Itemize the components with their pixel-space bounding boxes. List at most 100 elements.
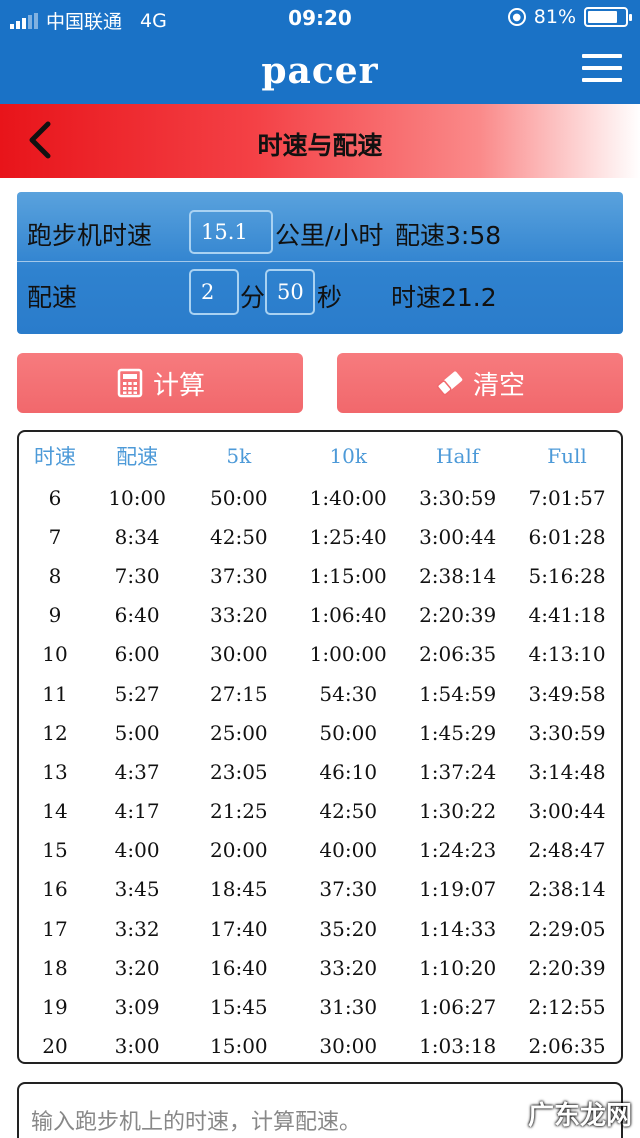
table-row: 18 3:20 16:40 33:20 1:10:20 2:20:39 [19, 948, 621, 987]
table-cell: 3:14:48 [528, 759, 606, 784]
speed-input[interactable] [189, 210, 273, 254]
table-cell: 7:30 [114, 563, 160, 588]
table-cell: 2:29:05 [528, 916, 606, 941]
table-cell: 1:03:18 [419, 1034, 497, 1059]
table-cell: 33:20 [319, 955, 378, 980]
table-cell: 37:30 [210, 563, 268, 588]
table-cell: 16 [42, 877, 68, 902]
table-cell: 20 [42, 1034, 68, 1059]
table-cell: 17:40 [210, 916, 268, 941]
table-cell: 37:30 [319, 877, 378, 902]
table-cell: 1:54:59 [419, 681, 497, 706]
table-cell: 40:00 [319, 838, 378, 863]
table-cell: 3:32 [114, 916, 160, 941]
clear-button[interactable]: 清空 [337, 353, 623, 413]
table-cell: 2:20:39 [419, 603, 497, 628]
table-cell: 4:37 [114, 759, 160, 784]
table-cell: 1:24:23 [419, 838, 497, 863]
table-cell: 1:14:33 [419, 916, 497, 941]
header-half: Half [436, 444, 480, 468]
table-cell: 1:30:22 [419, 799, 497, 824]
table-cell: 3:09 [114, 995, 160, 1020]
table-cell: 3:00:44 [528, 799, 606, 824]
table-row: 17 3:32 17:40 35:20 1:14:33 2:29:05 [19, 909, 621, 948]
table-cell: 5:00 [114, 720, 160, 745]
speed-unit-label: 公里/小时 [275, 221, 384, 250]
table-cell: 2:38:14 [528, 877, 606, 902]
header-full: Full [547, 444, 587, 468]
status-bar: 中国联通 4G 09:20 ● 81% [0, 0, 640, 36]
pace-table: 时速 配速 5k 10k Half Full 6 10:00 50:00 1:40:0… [17, 430, 623, 1064]
table-row: 8 7:30 37:30 1:15:00 2:38:14 5:16:28 [19, 556, 621, 595]
table-cell: 1:15:00 [309, 563, 387, 588]
rotation-lock-icon: ● [507, 8, 526, 26]
table-cell: 4:41:18 [528, 603, 606, 628]
table-cell: 20:00 [210, 838, 268, 863]
table-cell: 1:19:07 [419, 877, 497, 902]
page-header: 时速与配速 [0, 104, 640, 178]
table-cell: 1:37:24 [419, 759, 497, 784]
table-cell: 5:16:28 [528, 563, 606, 588]
table-cell: 14 [42, 799, 68, 824]
table-cell: 1:40:00 [309, 485, 387, 510]
app-bar: pacer [0, 36, 640, 104]
table-cell: 10:00 [108, 485, 166, 510]
instruction-text: 输入跑步机上的时速，计算配速。 [31, 1110, 362, 1135]
pace-result: 配速3:58 [395, 221, 502, 250]
table-cell: 23:05 [210, 759, 268, 784]
table-cell: 10 [42, 642, 68, 667]
header-pace: 配速 [116, 445, 159, 469]
pace-row: 配速 分 秒 时速21.2 [17, 264, 623, 334]
table-cell: 3:00:44 [419, 524, 497, 549]
calculate-button[interactable]: 计算 [17, 353, 303, 413]
hamburger-menu-icon[interactable] [582, 54, 622, 84]
table-cell: 30:00 [210, 642, 268, 667]
table-cell: 2:12:55 [528, 995, 606, 1020]
table-cell: 15 [42, 838, 68, 863]
table-cell: 11 [42, 681, 68, 706]
pace-table-grid: 时速 配速 5k 10k Half Full 6 10:00 50:00 1:40:0… [19, 432, 621, 1062]
brand-logo[interactable]: pacer [0, 50, 640, 92]
table-row: 20 3:00 15:00 30:00 1:03:18 2:06:35 [19, 1027, 621, 1062]
table-cell: 3:00 [114, 1034, 160, 1059]
table-cell: 1:45:29 [419, 720, 497, 745]
page-title: 时速与配速 [257, 131, 383, 160]
header-5k: 5k [226, 444, 252, 468]
table-row: 9 6:40 33:20 1:06:40 2:20:39 4:41:18 [19, 596, 621, 635]
treadmill-speed-label: 跑步机时速 [27, 221, 153, 250]
eraser-icon [437, 371, 463, 396]
table-row: 11 5:27 27:15 54:30 1:54:59 3:49:58 [19, 674, 621, 713]
table-cell: 15:45 [210, 995, 268, 1020]
table-cell: 18:45 [210, 877, 268, 902]
table-cell: 18 [42, 955, 68, 980]
battery-percent: 81% [533, 6, 576, 28]
pace-seconds-input[interactable] [265, 269, 315, 315]
minutes-unit-label: 分 [240, 283, 266, 312]
table-cell: 2:20:39 [528, 955, 606, 980]
table-cell: 8:34 [114, 524, 160, 549]
table-header-row: 时速 配速 5k 10k Half Full [19, 432, 621, 478]
table-row: 16 3:45 18:45 37:30 1:19:07 2:38:14 [19, 870, 621, 909]
table-cell: 6:00 [114, 642, 160, 667]
pace-minutes-input[interactable] [189, 269, 239, 315]
table-cell: 33:20 [210, 603, 268, 628]
table-cell: 4:00 [114, 838, 160, 863]
table-cell: 15:00 [210, 1034, 268, 1059]
table-cell: 6:40 [114, 603, 160, 628]
table-cell: 27:15 [210, 681, 268, 706]
table-cell: 3:49:58 [528, 681, 606, 706]
table-cell: 1:06:40 [309, 603, 387, 628]
table-cell: 50:00 [319, 720, 378, 745]
table-cell: 2:48:47 [528, 838, 606, 863]
table-cell: 12 [42, 720, 68, 745]
table-cell: 17 [42, 916, 68, 941]
calculate-button-label: 计算 [152, 370, 205, 401]
table-cell: 7 [48, 524, 62, 549]
table-cell: 13 [42, 759, 68, 784]
table-cell: 31:30 [319, 995, 378, 1020]
table-cell: 46:10 [319, 759, 378, 784]
table-cell: 16:40 [210, 955, 268, 980]
table-cell: 2:06:35 [528, 1034, 606, 1059]
table-row: 14 4:17 21:25 42:50 1:30:22 3:00:44 [19, 792, 621, 831]
table-body: 6 10:00 50:00 1:40:00 3:30:59 7:01:57 7 8:34 42:… [19, 478, 621, 1062]
